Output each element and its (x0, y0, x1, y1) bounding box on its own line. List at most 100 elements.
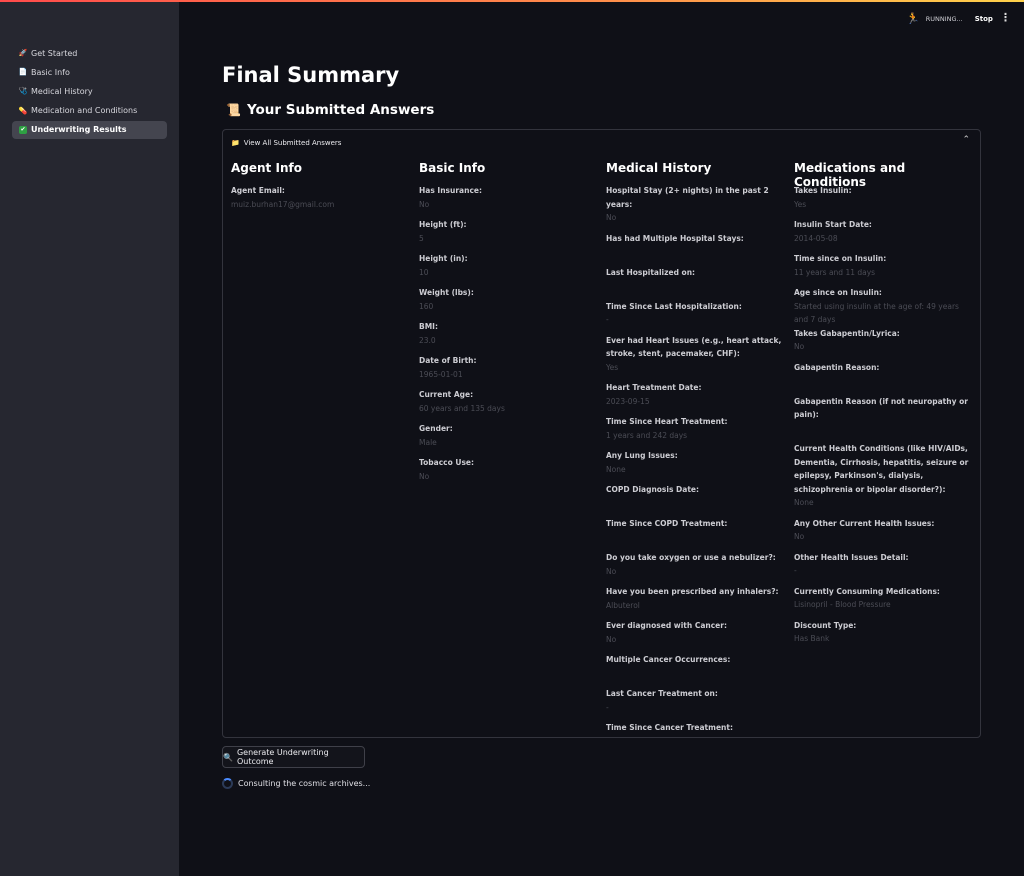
loading-status: Consulting the cosmic archives... (222, 778, 370, 789)
sidebar-item-get-started[interactable]: 🚀 Get Started (12, 44, 167, 62)
field-value (794, 374, 974, 395)
generate-button-label: Generate Underwriting Outcome (236, 748, 329, 766)
scroll-icon: 📜 (226, 103, 241, 117)
summary-field: Heart Treatment Date: 2023-09-15 (606, 381, 786, 415)
field-value: - (794, 566, 797, 575)
summary-field: Discount Type: Has Bank (794, 619, 974, 653)
magnifier-icon: 🔍 (223, 752, 233, 762)
field-value: 2014-05-08 (794, 233, 838, 243)
field-label: Time Since Last Hospitalization: (606, 301, 742, 311)
sidebar-item-label: Medical History (31, 86, 93, 96)
summary-field: Ever had Heart Issues (e.g., heart attac… (606, 334, 786, 382)
summary-field: Tobacco Use: No (419, 456, 599, 490)
field-label: Has had Multiple Hospital Stays: (606, 233, 744, 243)
summary-field: Height (ft): 5 (419, 218, 599, 252)
field-value: Albuterol (606, 600, 640, 610)
summary-field: Last Cancer Treatment on: - (606, 687, 786, 721)
sidebar: 🚀 Get Started 📄 Basic Info 🩺 Medical History 💊… (0, 2, 179, 876)
summary-field: Any Other Current Health Issues: No (794, 517, 974, 551)
summary-field: Agent Email: muiz.burhan17@gmail.com (231, 184, 411, 218)
folder-icon: 📁 (231, 139, 240, 147)
summary-field: Insulin Start Date: 2014-05-08 (794, 218, 974, 252)
field-value: Yes (794, 199, 807, 209)
field-label: Height (in): (419, 254, 468, 263)
field-label: Have you been prescribed any inhalers?: (606, 587, 779, 596)
field-value (606, 735, 786, 756)
field-value (606, 667, 786, 688)
field-label: Height (ft): (419, 220, 467, 229)
generate-outcome-button[interactable]: 🔍 Generate Underwriting Outcome (222, 746, 365, 768)
field-label: Has Insurance: (419, 186, 482, 195)
summary-field: Do you take oxygen or use a nebulizer?: N… (606, 551, 786, 585)
field-label: Tobacco Use: (419, 458, 474, 467)
nav-icon: 🚀 (18, 49, 28, 57)
field-value: No (606, 634, 617, 644)
field-value: - (606, 702, 609, 712)
field-value: muiz.burhan17@gmail.com (231, 199, 335, 209)
column-title: Basic Info (419, 161, 486, 175)
summary-column: Medical History Hospital Stay (2+ nights)… (606, 161, 786, 755)
field-value: No (419, 199, 430, 209)
field-label: Ever diagnosed with Cancer: (606, 621, 727, 630)
field-value: No (794, 342, 805, 351)
field-value: 23.0 (419, 335, 436, 345)
sidebar-item-underwriting-results[interactable]: ✔ Underwriting Results (12, 120, 167, 139)
field-label: Time since on Insulin: (794, 254, 887, 263)
answers-expander: 📁 View All Submitted Answers ⌃ Agent Inf… (222, 129, 981, 738)
summary-field: COPD Diagnosis Date: (606, 483, 786, 517)
summary-field: Current Health Conditions (like HIV/AIDs… (794, 442, 974, 517)
summary-column: Basic Info Has Insurance: No Height (ft): 5 H… (419, 161, 599, 490)
field-label: Takes Insulin: (794, 186, 852, 195)
field-label: Time Since Cancer Treatment: (606, 723, 733, 732)
field-label: Agent Email: (231, 186, 285, 195)
field-label: Discount Type: (794, 620, 857, 630)
chevron-up-icon[interactable]: ⌃ (962, 135, 970, 145)
field-label: Multiple Cancer Occurrences: (606, 655, 731, 664)
run-status: 🏃 RUNNING... Stop (906, 12, 993, 25)
column-title: Agent Info (231, 161, 302, 175)
summary-column: Medications and Conditions Takes Insulin:… (794, 161, 974, 653)
summary-field: Any Lung Issues: None (606, 449, 786, 483)
field-value: Started using insulin at the age of: 49 … (794, 301, 959, 325)
nav-icon: 🩺 (18, 87, 28, 96)
field-label: Last Cancer Treatment on: (606, 689, 718, 698)
sidebar-item-basic-info[interactable]: 📄 Basic Info (12, 63, 167, 81)
summary-field: Hospital Stay (2+ nights) in the past 2 … (606, 184, 786, 232)
kebab-icon[interactable]: ⋮ (1000, 11, 1011, 24)
field-value: 5 (419, 233, 424, 243)
field-value: No (606, 213, 617, 222)
field-value (606, 497, 786, 518)
field-value: No (606, 566, 617, 576)
check-icon: ✔ (18, 125, 28, 135)
field-value (606, 245, 786, 266)
field-label: Any Other Current Health Issues: (794, 518, 935, 528)
stop-button[interactable]: Stop (975, 15, 993, 23)
summary-field: Current Age: 60 years and 135 days (419, 388, 599, 422)
field-label: Age since on Insulin: (794, 288, 882, 297)
field-value: - (606, 315, 609, 324)
status-text: RUNNING... (925, 14, 963, 23)
field-value: 1965-01-01 (419, 369, 463, 379)
summary-field: Ever diagnosed with Cancer: No (606, 619, 786, 653)
field-label: Currently Consuming Medications: (794, 586, 940, 596)
sidebar-item-medical-history[interactable]: 🩺 Medical History (12, 82, 167, 100)
page-title: Final Summary (222, 63, 400, 87)
summary-field: Time Since Last Hospitalization: - (606, 300, 786, 334)
field-label: COPD Diagnosis Date: (606, 485, 699, 494)
summary-field: Time Since COPD Treatment: (606, 517, 786, 551)
summary-field: Have you been prescribed any inhalers?: A… (606, 585, 786, 619)
field-label: Last Hospitalized on: (606, 267, 696, 277)
sidebar-item-label: Get Started (31, 48, 78, 58)
summary-field: BMI: 23.0 (419, 320, 599, 354)
sidebar-item-label: Medication and Conditions (31, 106, 138, 116)
field-value: 60 years and 135 days (419, 403, 505, 413)
field-label: Other Health Issues Detail: (794, 552, 909, 562)
summary-field: Gender: Male (419, 422, 599, 456)
field-value: Male (419, 437, 437, 447)
expander-header[interactable]: 📁 View All Submitted Answers (231, 139, 341, 147)
field-label: Hospital Stay (2+ nights) in the past 2 … (606, 186, 769, 209)
field-value: Has Bank (794, 634, 830, 643)
field-value: No (419, 471, 430, 481)
field-value: 160 (419, 301, 434, 311)
sidebar-item-medication-and-conditions[interactable]: 💊 Medication and Conditions (12, 102, 167, 120)
